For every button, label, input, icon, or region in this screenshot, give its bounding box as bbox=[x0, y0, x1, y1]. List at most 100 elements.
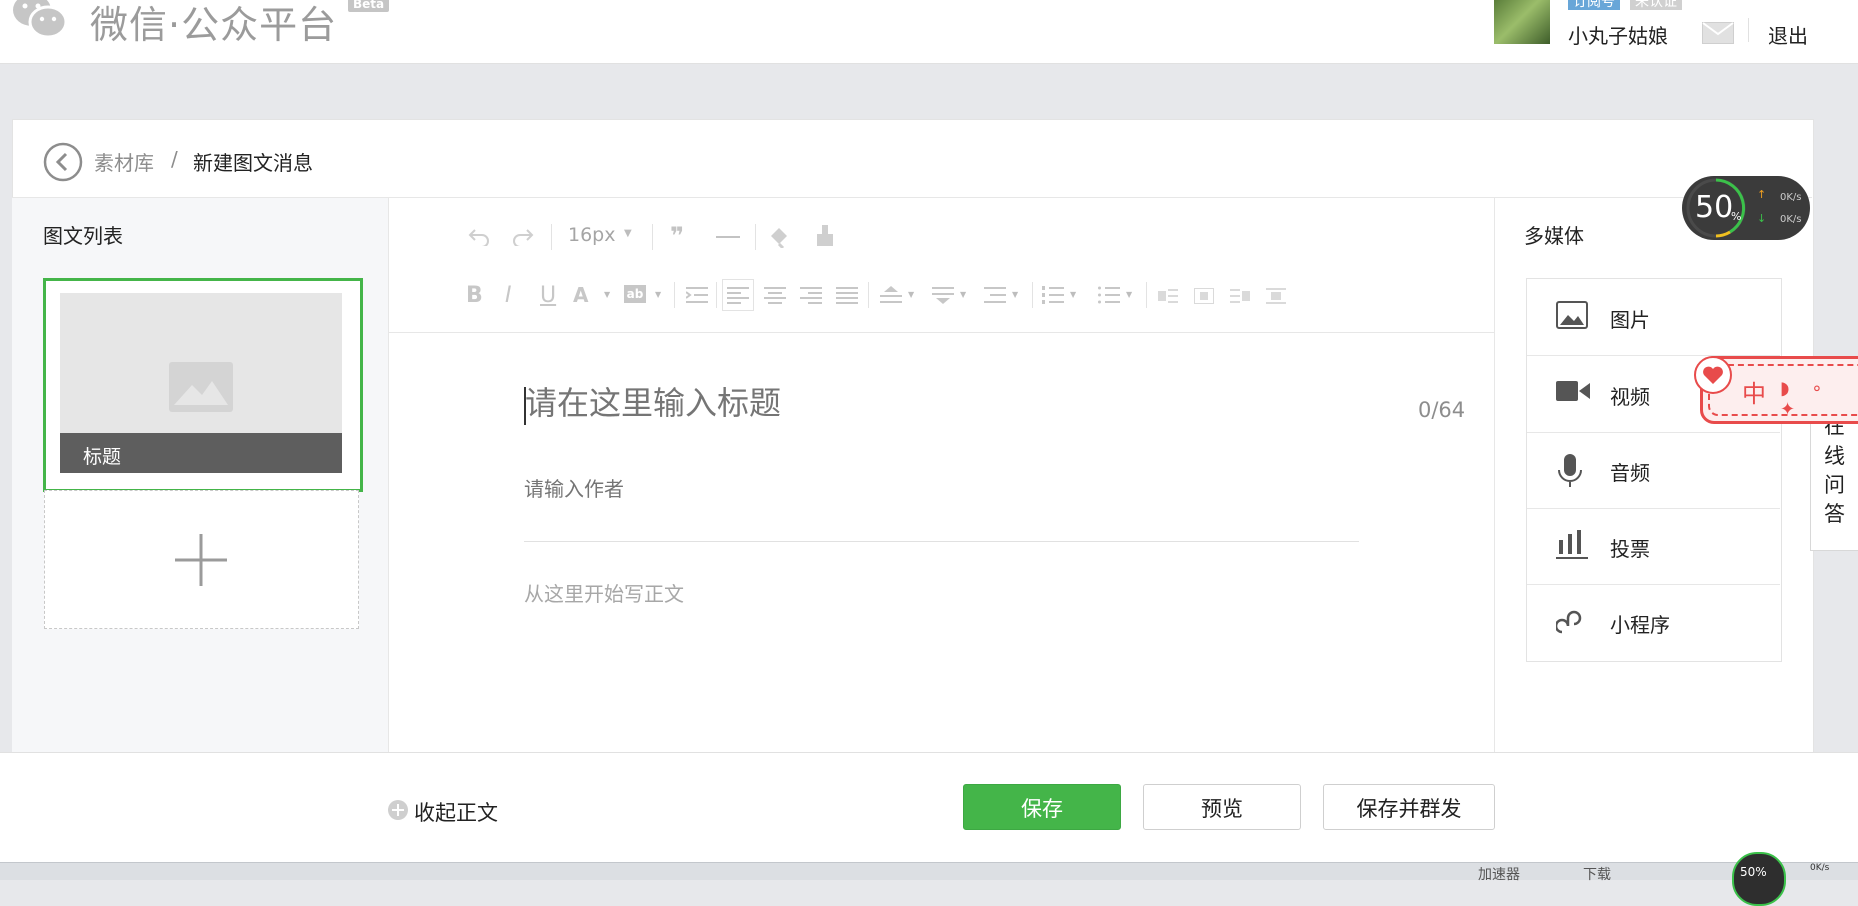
bold-icon[interactable]: B bbox=[466, 283, 483, 308]
toolbar-divider bbox=[551, 224, 552, 250]
chevron-down-icon: ▼ bbox=[1070, 290, 1077, 299]
save-and-publish-button[interactable]: 保存并群发 bbox=[1323, 784, 1495, 830]
author-input[interactable] bbox=[524, 477, 1144, 501]
align-center-icon[interactable] bbox=[764, 286, 786, 304]
chevron-down-icon: ▼ bbox=[1126, 290, 1133, 299]
ordered-list-icon[interactable] bbox=[1042, 286, 1064, 304]
underline-icon[interactable]: U bbox=[540, 283, 556, 308]
plus-icon bbox=[175, 534, 227, 586]
media-item-label: 视频 bbox=[1610, 385, 1650, 409]
breadcrumb-material-library[interactable]: 素材库 bbox=[94, 147, 154, 176]
media-item-audio[interactable]: 音频 bbox=[1527, 432, 1780, 509]
breadcrumb-current: 新建图文消息 bbox=[193, 151, 313, 175]
align-right-icon[interactable] bbox=[800, 286, 822, 304]
format-brush-icon[interactable] bbox=[767, 224, 791, 248]
side-tab-char: 答 bbox=[1824, 502, 1845, 526]
clear-format-icon[interactable] bbox=[814, 224, 836, 248]
text-cursor bbox=[524, 387, 526, 425]
toolbar-divider bbox=[868, 282, 869, 308]
verify-status-badge: 未认证 bbox=[1630, 0, 1682, 10]
chevron-down-icon: ▼ bbox=[655, 290, 662, 299]
font-color-icon[interactable]: A bbox=[573, 283, 588, 307]
chevron-down-icon: ▼ bbox=[1012, 290, 1019, 299]
statusbar-accelerator[interactable]: 加速器 bbox=[1478, 864, 1520, 884]
collapse-body-link[interactable]: 收起正文 bbox=[414, 797, 498, 827]
save-button[interactable]: 保存 bbox=[963, 784, 1121, 830]
article-item-title: 标题 bbox=[83, 446, 122, 468]
account-type-badge: 订阅号 bbox=[1568, 0, 1620, 10]
highlight-icon[interactable]: ab bbox=[624, 285, 646, 303]
ime-tool-icons[interactable]: ◗ ∘ ✦ bbox=[1780, 378, 1858, 420]
float-none-icon[interactable] bbox=[1194, 288, 1214, 304]
unordered-list-icon[interactable] bbox=[1098, 286, 1120, 304]
microphone-icon bbox=[1558, 454, 1582, 487]
media-item-label: 小程序 bbox=[1610, 613, 1670, 637]
title-char-counter: 0/64 bbox=[1418, 398, 1466, 422]
statusbar-download[interactable]: 下载 bbox=[1583, 864, 1611, 884]
horizontal-rule-icon[interactable] bbox=[716, 236, 740, 238]
media-item-label: 投票 bbox=[1610, 537, 1650, 561]
breadcrumb-separator: / bbox=[171, 147, 178, 171]
collapse-circle-icon[interactable] bbox=[387, 799, 409, 821]
font-size-dropdown[interactable]: 16px bbox=[568, 224, 615, 246]
download-arrow-icon: ↓ bbox=[1757, 212, 1767, 225]
blockquote-icon[interactable]: ❞ bbox=[670, 222, 684, 250]
toolbar-divider bbox=[1032, 282, 1033, 308]
media-item-mini-program[interactable]: 小程序 bbox=[1527, 584, 1780, 660]
mail-icon[interactable] bbox=[1702, 22, 1734, 44]
media-panel-title: 多媒体 bbox=[1524, 224, 1584, 248]
beta-badge: Beta bbox=[348, 0, 390, 12]
avatar[interactable] bbox=[1494, 0, 1550, 44]
editor-toolbar bbox=[389, 198, 1494, 333]
toolbar-divider bbox=[716, 282, 717, 308]
align-justify-icon[interactable] bbox=[836, 286, 858, 304]
spacing-after-icon[interactable] bbox=[932, 286, 954, 304]
image-icon bbox=[1556, 301, 1588, 329]
vote-chart-icon bbox=[1556, 530, 1588, 559]
media-item-image[interactable]: 图片 bbox=[1527, 279, 1780, 356]
toolbar-divider bbox=[652, 224, 653, 250]
image-placeholder-icon bbox=[169, 362, 233, 412]
header-divider bbox=[1748, 18, 1749, 42]
ime-language-indicator[interactable]: 中 bbox=[1742, 374, 1766, 409]
side-tab-char: 问 bbox=[1824, 473, 1845, 497]
title-input[interactable] bbox=[525, 384, 1165, 422]
undo-icon[interactable] bbox=[467, 226, 491, 246]
article-list-title: 图文列表 bbox=[43, 224, 123, 248]
float-left-icon[interactable] bbox=[1158, 288, 1178, 304]
back-arrow-icon[interactable] bbox=[43, 142, 83, 182]
wechat-logo-icon[interactable] bbox=[12, 0, 70, 40]
side-tab-char: 线 bbox=[1824, 444, 1845, 468]
preview-button[interactable]: 预览 bbox=[1143, 784, 1301, 830]
statusbar-speed-ball[interactable] bbox=[1732, 852, 1786, 906]
platform-logo-text[interactable]: 微信·公众平台 bbox=[90, 0, 337, 49]
username[interactable]: 小丸子姑娘 bbox=[1568, 20, 1668, 49]
toolbar-divider bbox=[1146, 282, 1147, 308]
video-icon bbox=[1556, 381, 1590, 401]
upload-arrow-icon: ↑ bbox=[1757, 188, 1767, 201]
speed-percent-sign: % bbox=[1731, 210, 1742, 223]
float-right-icon[interactable] bbox=[1230, 288, 1250, 304]
heart-shape-icon bbox=[1703, 366, 1723, 384]
float-center-icon[interactable] bbox=[1266, 288, 1286, 304]
indent-icon[interactable] bbox=[686, 286, 708, 304]
chevron-down-icon: ▼ bbox=[604, 290, 611, 299]
mini-program-icon bbox=[1556, 610, 1582, 634]
redo-icon[interactable] bbox=[511, 226, 535, 246]
line-height-icon[interactable] bbox=[984, 286, 1006, 304]
logout-link[interactable]: 退出 bbox=[1768, 20, 1808, 49]
spacing-before-icon[interactable] bbox=[880, 286, 902, 304]
heart-icon[interactable] bbox=[1694, 356, 1732, 394]
align-left-icon[interactable] bbox=[727, 286, 749, 304]
media-item-vote[interactable]: 投票 bbox=[1527, 508, 1780, 585]
chevron-down-icon: ▼ bbox=[624, 228, 632, 239]
toolbar-divider bbox=[674, 282, 675, 308]
body-editor[interactable]: 从这里开始写正文 bbox=[524, 578, 684, 607]
italic-icon[interactable]: I bbox=[505, 283, 512, 308]
bottom-action-bar bbox=[0, 752, 1858, 863]
media-item-label: 音频 bbox=[1610, 461, 1650, 485]
toolbar-divider bbox=[755, 224, 756, 250]
chevron-down-icon: ▼ bbox=[960, 290, 967, 299]
statusbar-percent: 50% bbox=[1740, 865, 1767, 879]
browser-status-bar bbox=[0, 862, 1858, 880]
